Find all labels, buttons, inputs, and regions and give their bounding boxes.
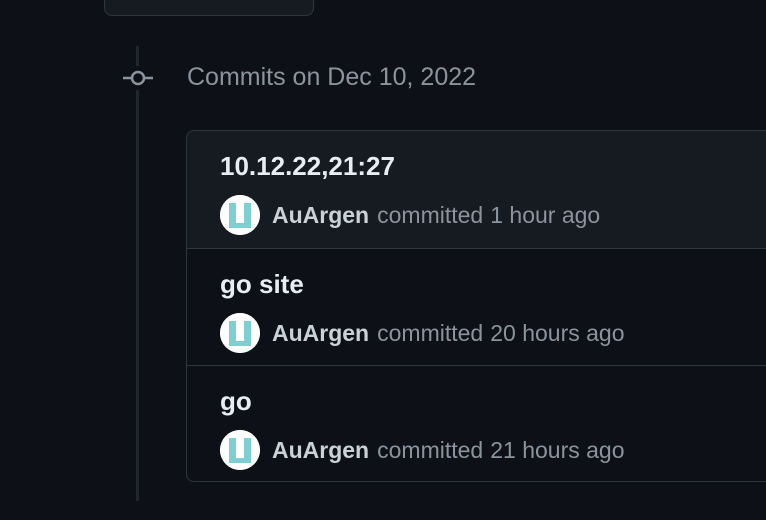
committed-label: committed [377, 436, 484, 463]
avatar[interactable] [220, 195, 260, 235]
commit-message-link[interactable]: go [220, 386, 252, 417]
commit-row: 10.12.22,21:27 AuArgen committed 1 hour … [187, 131, 766, 248]
relative-time: 1 hour ago [490, 201, 601, 228]
avatar[interactable] [220, 430, 260, 470]
commit-meta: AuArgen committed 21 hours ago [220, 430, 625, 470]
relative-time: 20 hours ago [490, 319, 625, 346]
git-commit-icon [121, 66, 155, 90]
committed-label: committed [377, 201, 484, 228]
avatar[interactable] [220, 313, 260, 353]
commit-message-link[interactable]: go site [220, 269, 304, 300]
previous-commit-group [104, 0, 314, 16]
author-link[interactable]: AuArgen [272, 202, 369, 229]
commits-date-heading: Commits on Dec 10, 2022 [187, 63, 477, 91]
commit-message-link[interactable]: 10.12.22,21:27 [220, 151, 395, 182]
author-link[interactable]: AuArgen [272, 320, 369, 347]
commit-row: go site AuArgen committed 20 hours ago [187, 248, 766, 365]
commit-list: 10.12.22,21:27 AuArgen committed 1 hour … [186, 130, 766, 482]
identicon-icon [220, 430, 260, 470]
identicon-icon [220, 195, 260, 235]
author-link[interactable]: AuArgen [272, 437, 369, 464]
commit-meta: AuArgen committed 1 hour ago [220, 195, 600, 235]
commit-meta: AuArgen committed 20 hours ago [220, 313, 625, 353]
commit-row: go AuArgen committed 21 hours ago [187, 365, 766, 481]
relative-time: 21 hours ago [490, 436, 625, 463]
committed-label: committed [377, 319, 484, 346]
timeline-line [136, 46, 139, 501]
identicon-icon [220, 313, 260, 353]
